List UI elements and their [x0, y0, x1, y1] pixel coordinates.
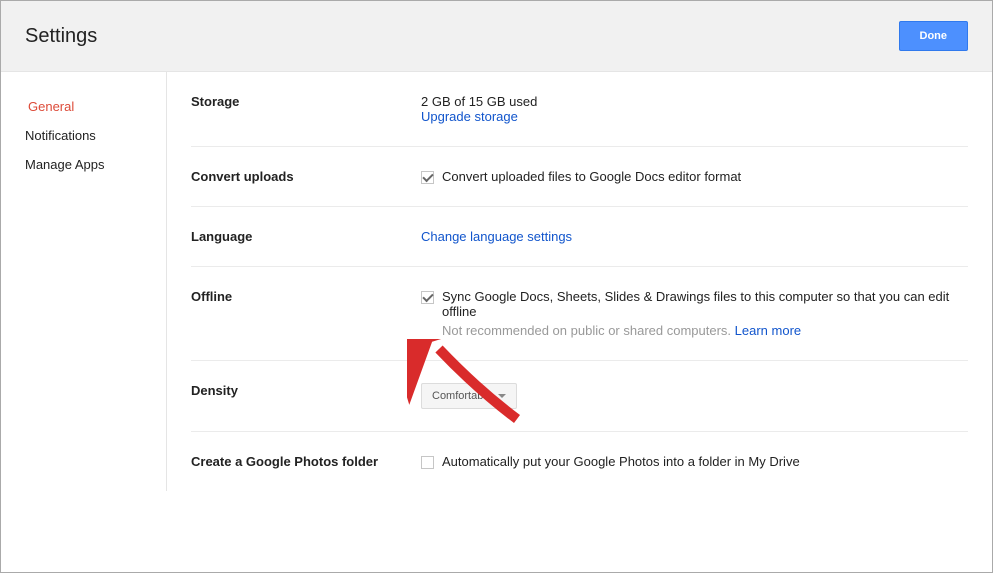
offline-sync-checkbox[interactable] [421, 291, 434, 304]
offline-hint-text: Not recommended on public or shared comp… [442, 323, 735, 338]
sidebar-item-notifications[interactable]: Notifications [1, 121, 166, 150]
row-density: Density Comfortable [191, 361, 968, 432]
row-offline: Offline Sync Google Docs, Sheets, Slides… [191, 267, 968, 361]
convert-checkbox-label: Convert uploaded files to Google Docs ed… [442, 169, 741, 184]
row-storage: Storage 2 GB of 15 GB used Upgrade stora… [191, 72, 968, 147]
offline-learn-more-link[interactable]: Learn more [735, 323, 801, 338]
language-label: Language [191, 229, 421, 244]
page-title: Settings [25, 25, 97, 48]
offline-hint: Not recommended on public or shared comp… [442, 323, 968, 338]
storage-value: 2 GB of 15 GB used Upgrade storage [421, 94, 968, 124]
convert-label: Convert uploads [191, 169, 421, 184]
density-label: Density [191, 383, 421, 409]
density-value: Comfortable [432, 390, 492, 402]
row-convert-uploads: Convert uploads Convert uploaded files t… [191, 147, 968, 207]
settings-body: General Notifications Manage Apps Storag… [1, 72, 992, 491]
storage-label: Storage [191, 94, 421, 124]
offline-label: Offline [191, 289, 421, 338]
change-language-link[interactable]: Change language settings [421, 229, 572, 244]
sidebar-item-manage-apps[interactable]: Manage Apps [1, 150, 166, 179]
done-button[interactable]: Done [899, 21, 969, 51]
convert-checkbox[interactable] [421, 171, 434, 184]
offline-checkbox-label: Sync Google Docs, Sheets, Slides & Drawi… [442, 289, 968, 319]
density-select[interactable]: Comfortable [421, 383, 517, 409]
photos-folder-checkbox[interactable] [421, 456, 434, 469]
photos-folder-label: Create a Google Photos folder [191, 454, 421, 469]
settings-sidebar: General Notifications Manage Apps [1, 72, 166, 491]
row-language: Language Change language settings [191, 207, 968, 267]
sidebar-item-general[interactable]: General [1, 92, 166, 121]
row-google-photos-folder: Create a Google Photos folder Automatica… [191, 432, 968, 491]
caret-down-icon [498, 394, 506, 398]
storage-usage-text: 2 GB of 15 GB used [421, 94, 968, 109]
upgrade-storage-link[interactable]: Upgrade storage [421, 109, 518, 124]
photos-folder-checkbox-label: Automatically put your Google Photos int… [442, 454, 800, 469]
settings-header: Settings Done [1, 1, 992, 72]
settings-content: Storage 2 GB of 15 GB used Upgrade stora… [166, 72, 992, 491]
